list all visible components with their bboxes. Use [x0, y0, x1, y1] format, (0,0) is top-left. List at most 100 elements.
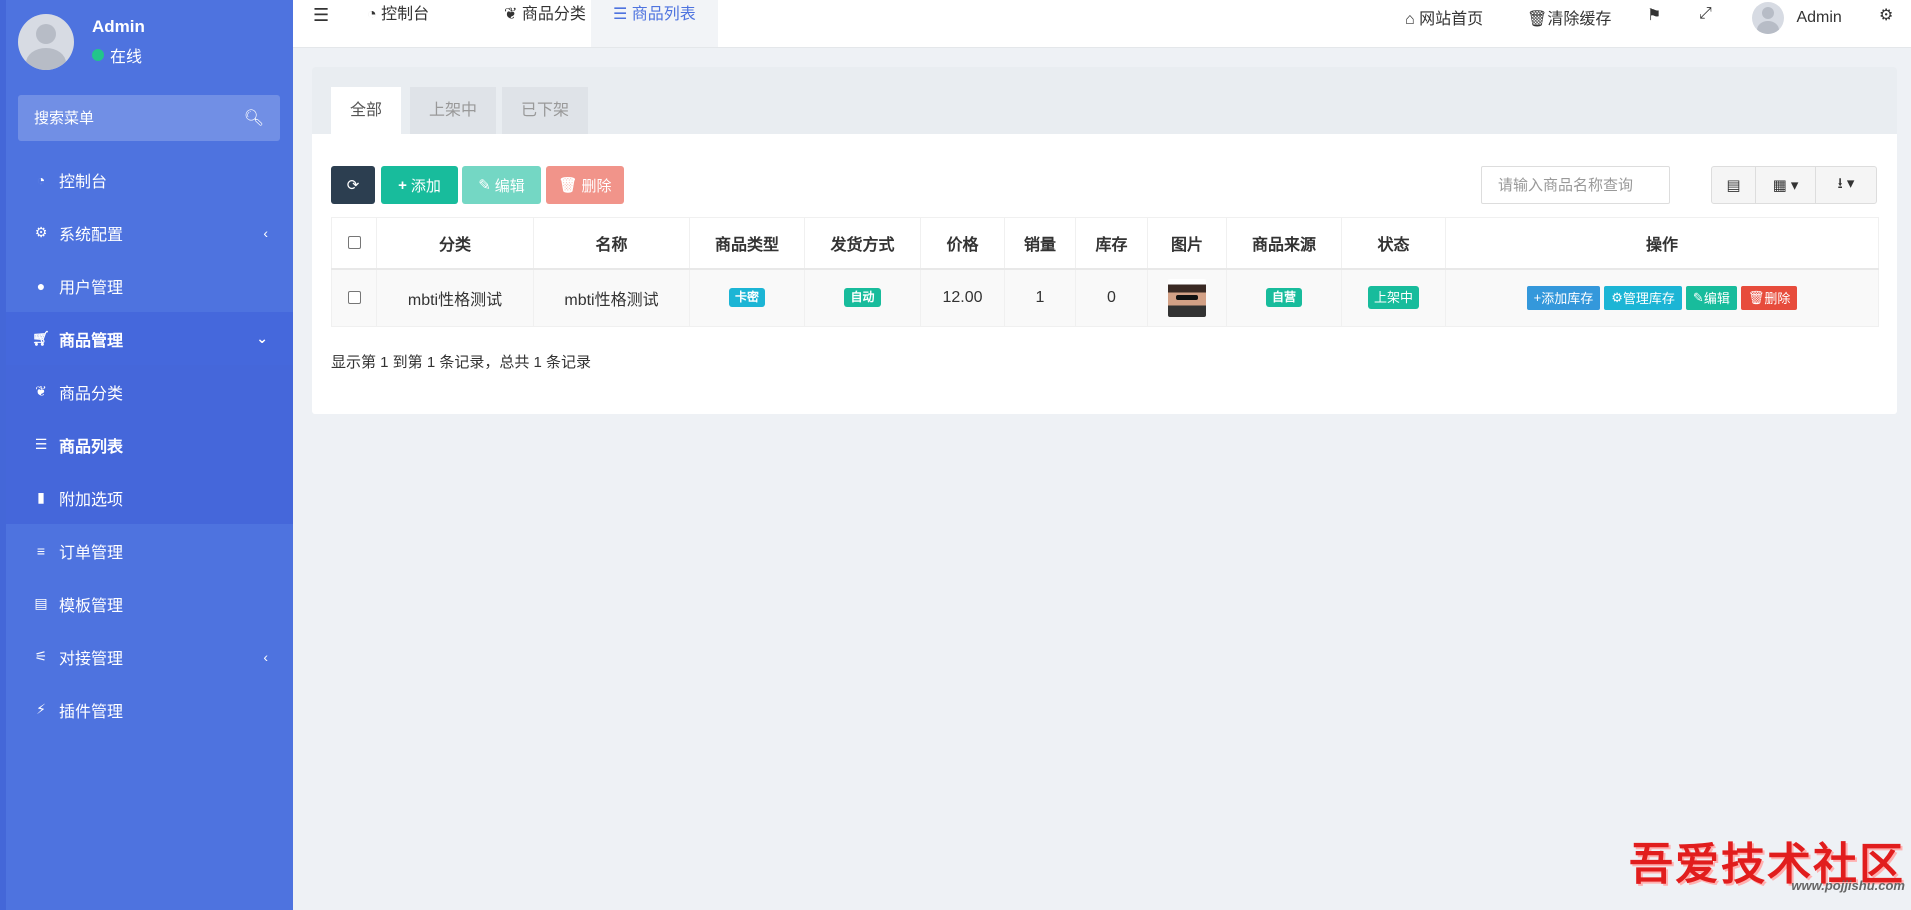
edit-button[interactable]: ✎ 编辑 — [462, 166, 541, 204]
sidebar-item-users[interactable]: ● 用户管理 — [6, 259, 293, 312]
template-icon: ▤ — [34, 595, 48, 611]
sidebar-item-integration[interactable]: ⚟ 对接管理 ‹ — [6, 630, 293, 683]
sidebar-menu: ◔ 控制台 ⚙ 系统配置 ‹ ● 用户管理 🛒︎ 商品管理 ⌄ ❦ 商品分类 ☰ 商品列表 ▮ 附… — [6, 153, 293, 736]
gear-icon: ⚙ — [34, 224, 48, 240]
select-all-checkbox[interactable] — [347, 236, 361, 250]
sidebar-item-plugins[interactable]: ⚡ 插件管理 — [6, 683, 293, 736]
home-link[interactable]: ⌂ 网站首页 — [1405, 5, 1483, 29]
tab-goods-category[interactable]: ❦ 商品分类 — [482, 0, 608, 47]
sidebar-item-goods[interactable]: 🛒︎ 商品管理 ⌄ — [6, 312, 293, 365]
refresh-button[interactable]: ⟳ — [331, 166, 375, 204]
col-status[interactable]: 状态 — [1341, 217, 1446, 270]
pencil-icon: ✎ — [1692, 289, 1704, 305]
export-icon[interactable]: ⭳ ▾ — [1816, 167, 1876, 203]
tab-dashboard[interactable]: ◔ 控制台 — [345, 0, 451, 47]
cell-status: 上架中 — [1341, 268, 1446, 327]
menu-icon: ≡ — [36, 542, 46, 559]
table-tools: ▤ ▦ ▾ ⭳ ▾ — [1711, 166, 1877, 204]
manage-stock-button[interactable]: ⚙ 管理库存 — [1604, 285, 1682, 310]
row-edit-button[interactable]: ✎ 编辑 — [1685, 285, 1737, 310]
sidebar-item-goods-list[interactable]: ☰ 商品列表 — [6, 418, 293, 471]
sidebar-item-orders[interactable]: ≡ 订单管理 — [6, 524, 293, 577]
dashboard-icon: ◔ — [367, 6, 382, 23]
language-icon[interactable]: ⚑ — [1647, 5, 1661, 25]
chevron-left-icon: ‹ — [263, 224, 268, 241]
row-delete-button[interactable]: 🗑︎ 删除 — [1740, 285, 1798, 310]
goods-panel: 全部 上架中 已下架 ⟳ +添加 ✎编辑 🗑︎删除 ▤ ▦ ▾ ⭳ ▾ 分类 名… — [312, 67, 1897, 414]
pencil-icon: ✎ — [478, 177, 491, 194]
sidebar-item-system-config[interactable]: ⚙ 系统配置 ‹ — [6, 206, 293, 259]
cell-category: mbti性格测试 — [376, 268, 534, 327]
online-dot-icon — [92, 49, 104, 61]
menu-search: 🔍︎ — [18, 95, 280, 141]
dashboard-icon: ◔ — [36, 171, 46, 188]
user-icon: ● — [36, 277, 46, 294]
goods-table: 分类 名称 商品类型 发货方式 价格 销量 库存 图片 商品来源 状态 操作 m… — [331, 217, 1879, 327]
user-panel: Admin 在线 — [18, 14, 145, 70]
delete-button[interactable]: 🗑︎ 删除 — [546, 166, 624, 204]
home-icon: ⌂ — [1405, 11, 1420, 28]
product-thumbnail[interactable] — [1168, 278, 1206, 317]
search-icon[interactable]: 🔍︎ — [244, 108, 264, 128]
cell-name: mbti性格测试 — [533, 268, 690, 327]
cell-image — [1147, 268, 1227, 327]
watermark: 吾爱技术社区 www.pojjishu.com — [1605, 828, 1905, 898]
cell-delivery: 自动 — [804, 268, 921, 327]
col-source[interactable]: 商品来源 — [1226, 217, 1342, 270]
tab-off-sale[interactable]: 已下架 — [502, 87, 589, 134]
chevron-down-icon: ⌄ — [256, 330, 268, 346]
col-name[interactable]: 名称 — [533, 217, 690, 270]
clear-cache-link[interactable]: 🗑︎清除缓存 — [1527, 5, 1611, 29]
col-category[interactable]: 分类 — [376, 217, 534, 270]
row-checkbox[interactable] — [347, 291, 361, 305]
cell-type: 卡密 — [689, 268, 805, 327]
user-status: 在线 — [92, 43, 145, 67]
status-label: 在线 — [110, 49, 143, 66]
settings-icon[interactable]: ⚙ — [1879, 5, 1893, 25]
plug-icon: ⚡ — [36, 701, 46, 717]
col-image[interactable]: 图片 — [1147, 217, 1227, 270]
gears-icon: ⚙ — [1611, 289, 1623, 305]
bookmark-icon: ▮ — [37, 489, 45, 505]
col-stock[interactable]: 库存 — [1075, 217, 1148, 270]
tab-all[interactable]: 全部 — [331, 87, 402, 134]
plus-icon: + — [1533, 290, 1542, 306]
col-delivery[interactable]: 发货方式 — [804, 217, 921, 270]
menu-toggle-icon[interactable]: ☰ — [313, 5, 329, 26]
row-select-cell — [331, 268, 377, 327]
select-all-cell — [331, 217, 377, 270]
panel-tabs: 全部 上架中 已下架 — [312, 67, 1897, 134]
avatar — [1752, 2, 1784, 34]
columns-icon[interactable]: ▦ ▾ — [1756, 167, 1816, 203]
col-price[interactable]: 价格 — [920, 217, 1005, 270]
sidebar-item-addons[interactable]: ▮ 附加选项 — [6, 471, 293, 524]
sidebar-item-templates[interactable]: ▤ 模板管理 — [6, 577, 293, 630]
user-name: Admin — [92, 17, 145, 36]
sidebar-item-goods-category[interactable]: ❦ 商品分类 — [6, 365, 293, 418]
tab-on-sale[interactable]: 上架中 — [410, 87, 497, 134]
chevron-left-icon: ‹ — [263, 648, 268, 665]
cell-actions: + 添加库存 ⚙ 管理库存 ✎ 编辑 🗑︎ 删除 — [1445, 268, 1879, 327]
trash-icon: 🗑︎ — [1747, 289, 1765, 305]
col-sales[interactable]: 销量 — [1004, 217, 1076, 270]
user-menu[interactable]: Admin — [1752, 2, 1842, 34]
watermark-url: www.pojjishu.com — [1791, 878, 1905, 893]
top-header: ☰ ◔ 控制台 ❦ 商品分类 ☰ 商品列表 ⌂ 网站首页 🗑︎清除缓存 ⚑ ⤢ … — [293, 0, 1911, 48]
toggle-view-icon[interactable]: ▤ — [1712, 167, 1756, 203]
tab-goods-list[interactable]: ☰ 商品列表 — [591, 0, 718, 47]
source-badge: 自营 — [1265, 288, 1302, 308]
status-badge[interactable]: 上架中 — [1367, 286, 1419, 310]
leaf-icon: ❦ — [35, 383, 47, 399]
add-stock-button[interactable]: + 添加库存 — [1526, 285, 1601, 310]
cell-source: 自营 — [1226, 268, 1342, 327]
table-row: mbti性格测试 mbti性格测试 卡密 自动 12.00 1 0 自营 上架中… — [331, 268, 1879, 327]
sidebar: Admin 在线 🔍︎ ◔控制台 ⚙系统配置‹ ●用户管理 🛒︎商品管理⌄ ❦商… — [0, 0, 293, 910]
trash-icon: 🗑︎ — [1527, 11, 1548, 28]
fullscreen-icon[interactable]: ⤢ — [1699, 5, 1712, 23]
menu-search-input[interactable] — [34, 109, 224, 127]
goods-search-input[interactable] — [1481, 166, 1670, 204]
col-type[interactable]: 商品类型 — [689, 217, 805, 270]
plus-icon: + — [398, 176, 407, 194]
sidebar-item-dashboard[interactable]: ◔ 控制台 — [6, 153, 293, 206]
add-button[interactable]: + 添加 — [381, 166, 458, 204]
